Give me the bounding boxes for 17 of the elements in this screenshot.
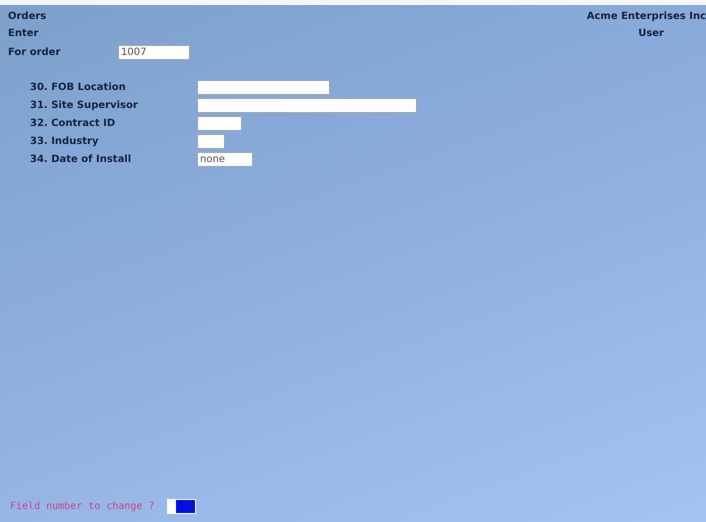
mode-label: Enter [8,28,38,39]
prompt-text: Field number to change ? [10,501,154,512]
input-field[interactable]: none [197,152,253,167]
field-label: 32. Contract ID [30,118,116,129]
screen-title: Orders [8,11,46,22]
user-name: User [638,28,664,39]
order-number-field[interactable]: 1007 [118,44,190,60]
input-field[interactable] [197,80,330,95]
input-field[interactable] [197,116,242,131]
field-label: 34. Date of Install [30,154,132,165]
field-label: 30. FOB Location [30,82,127,93]
field-label: For order [8,46,62,58]
input-field[interactable] [197,134,225,149]
company-name: Acme Enterprises Inc [586,11,706,22]
field-label: 33. Industry [30,136,100,147]
field-label: 31. Site Supervisor [30,100,139,111]
input-field[interactable] [197,98,417,113]
